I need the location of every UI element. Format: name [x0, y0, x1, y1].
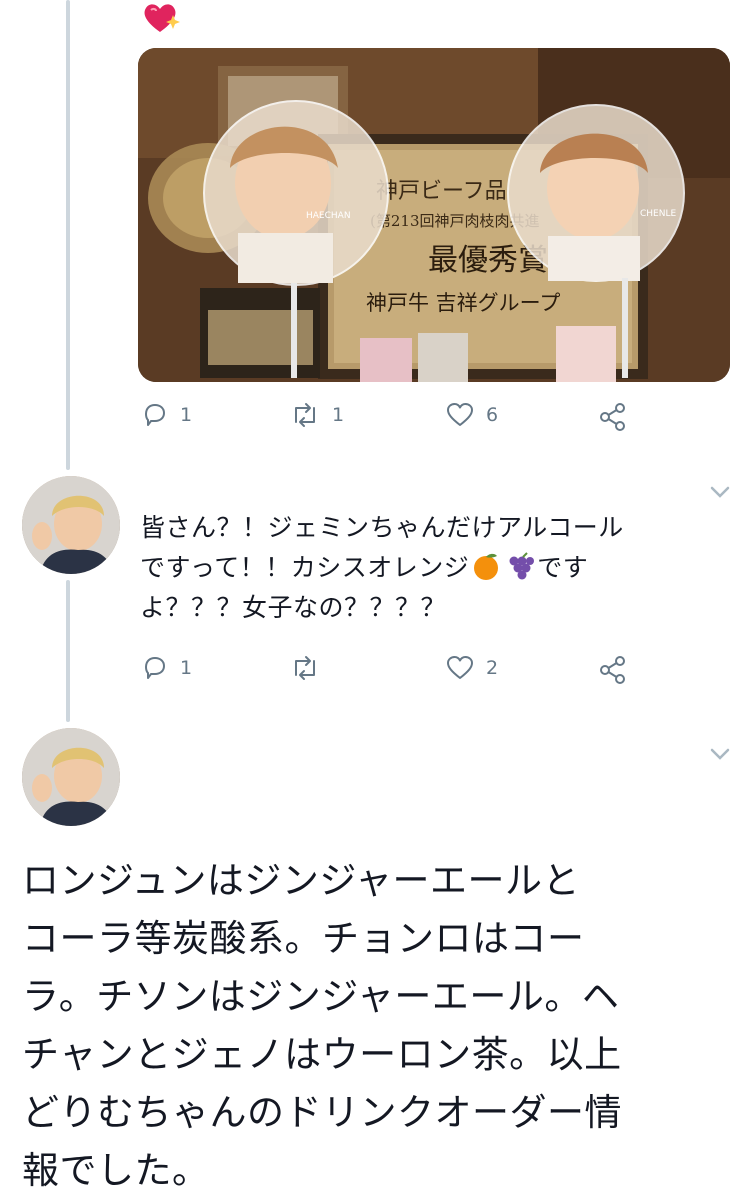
tweet-2-line-2: ですって！！カシスオレンジ です — [140, 548, 730, 588]
avatar-tweet-3[interactable] — [22, 728, 120, 826]
like-icon — [447, 656, 473, 679]
tweet-3-line-3: ラ。チソンはジンジャーエール。ヘ — [22, 975, 620, 1018]
reply-button-1[interactable]: 1 — [142, 402, 192, 428]
tweet-2-line-1: 皆さん？！ジェミンちゃんだけアルコール — [140, 513, 624, 542]
like-icon — [447, 403, 473, 426]
reply-count-2: 1 — [180, 657, 193, 679]
chevron-down-icon[interactable] — [708, 746, 732, 762]
photo-illustration: 神戸ビーフ品 (第213回神戸肉枝肉共進 最優秀賞 神戸牛 吉祥グループ HAE… — [138, 48, 730, 382]
like-button-2[interactable]: 2 — [446, 655, 498, 681]
avatar-tweet-2[interactable] — [22, 476, 120, 574]
chevron-down-icon[interactable] — [708, 484, 732, 500]
tweet-2-text: 皆さん？！ジェミンちゃんだけアルコール ですって！！カシスオレンジ です よ？？？… — [140, 508, 730, 628]
reply-button-2[interactable]: 1 — [142, 655, 192, 681]
tweet-photo[interactable]: 神戸ビーフ品 (第213回神戸肉枝肉共進 最優秀賞 神戸牛 吉祥グループ HAE… — [138, 48, 730, 382]
retweet-button-1[interactable]: 1 — [290, 402, 344, 428]
like-count-1: 6 — [486, 404, 499, 426]
tweet-3-line-1: ロンジュンはジンジャーエールと — [22, 859, 581, 902]
tweet-3-line-5: どりむちゃんのドリンクオーダー情 — [22, 1091, 622, 1134]
reply-icon — [145, 404, 165, 426]
avatar-image — [22, 476, 120, 574]
retweet-button-2[interactable] — [290, 655, 332, 681]
share-button-2[interactable] — [598, 655, 628, 685]
tweet-2-line-3: よ？？？女子なの？？？？ — [140, 593, 447, 622]
tweet-3-text: ロンジュンはジンジャーエールと コーラ等炭酸系。チョンロはコー ラ。チソンはジン… — [22, 852, 730, 1200]
tweet-2-line-2a: ですって！！カシスオレンジ — [140, 553, 470, 582]
grapes-icon — [509, 552, 535, 580]
retweet-icon — [295, 656, 315, 680]
sparkling-heart-icon — [144, 4, 180, 32]
like-count-2: 2 — [486, 657, 499, 679]
uchiwa-right-caption: CHENLE — [640, 209, 676, 219]
thread-line-top — [66, 0, 70, 470]
retweet-icon — [295, 403, 315, 427]
tweet-3-line-2: コーラ等炭酸系。チョンロはコー — [22, 917, 585, 960]
thread-line-middle — [66, 580, 70, 722]
reply-icon — [145, 657, 165, 679]
share-icon — [600, 656, 625, 684]
uchiwa-left-caption: HAECHAN — [306, 211, 351, 221]
tweet-3-line-6: 報でした。 — [22, 1149, 210, 1192]
plaque-line-4: 神戸牛 吉祥グループ — [366, 291, 560, 315]
reply-count-1: 1 — [180, 404, 193, 426]
like-button-1[interactable]: 6 — [446, 402, 498, 428]
retweet-count-1: 1 — [332, 404, 345, 426]
avatar-image — [22, 728, 120, 826]
tweet-3-line-4: チャンとジェノはウーロン茶。以上 — [22, 1033, 622, 1076]
tweet-2-line-2b: です — [537, 553, 589, 582]
share-icon — [600, 403, 625, 431]
share-button-1[interactable] — [598, 402, 628, 432]
orange-icon — [474, 553, 499, 580]
plaque-line-1: 神戸ビーフ品 — [376, 179, 507, 204]
